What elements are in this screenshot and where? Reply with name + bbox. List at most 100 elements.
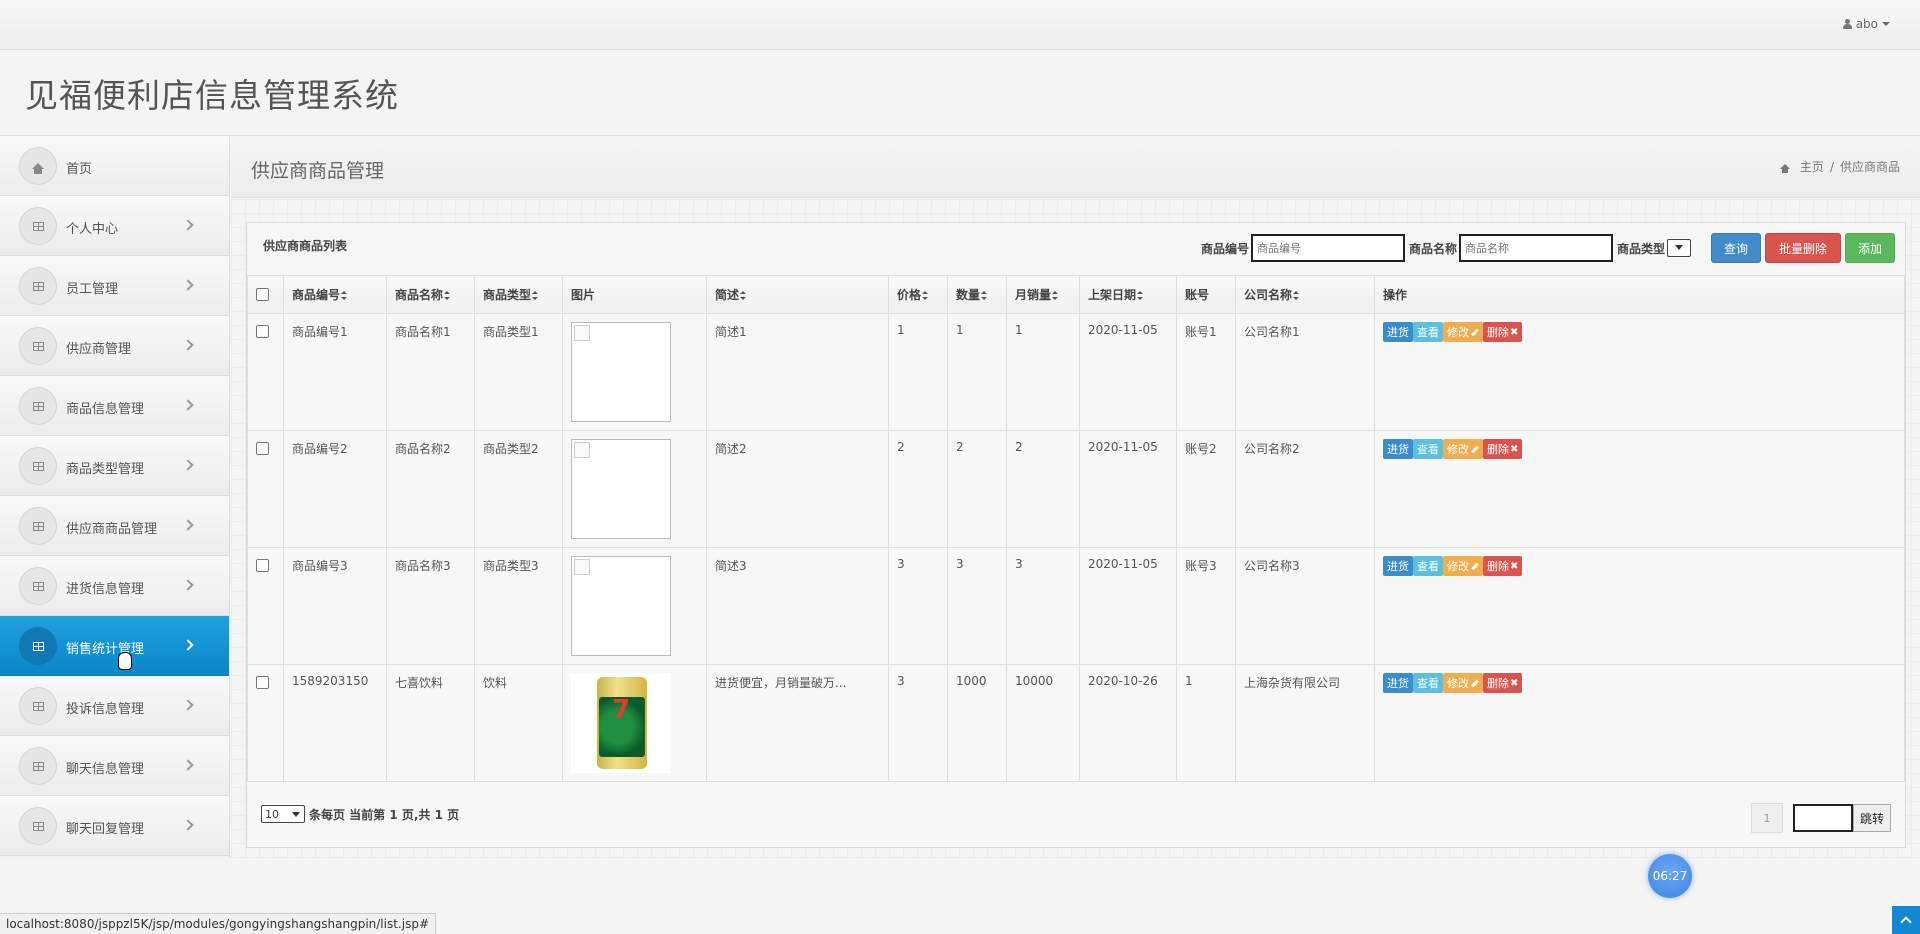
sidebar-item[interactable]: 供应商商品管理 <box>0 496 229 556</box>
cell-qty: 3 <box>947 547 1007 665</box>
column-header[interactable]: 商品类型 <box>474 275 563 314</box>
page-info-text: 条每页 当前第 1 页,共 1 页 <box>309 807 460 822</box>
clock-badge[interactable]: 06:27 <box>1648 854 1692 898</box>
column-header: 图片 <box>562 275 707 314</box>
edit-button[interactable]: 修改 <box>1443 556 1483 576</box>
batch-delete-button[interactable]: 批量删除 <box>1765 233 1841 263</box>
sort-icon[interactable] <box>740 291 747 300</box>
table-icon <box>32 821 44 831</box>
page-number[interactable]: 1 <box>1750 803 1783 833</box>
view-button[interactable]: 查看 <box>1413 673 1443 693</box>
sidebar-item[interactable]: 聊天回复管理 <box>0 796 229 856</box>
edit-button[interactable]: 修改 <box>1443 439 1483 459</box>
row-actions: 进货 查看 修改 删除 ✖ <box>1383 556 1896 576</box>
delete-button[interactable]: 删除 ✖ <box>1483 673 1523 693</box>
sort-icon[interactable] <box>341 291 348 300</box>
column-header-label: 简述 <box>715 288 740 302</box>
product-image: 7 <box>571 673 671 773</box>
pencil-icon <box>1471 562 1479 570</box>
column-header[interactable]: 数量 <box>947 275 1007 314</box>
stock-in-button[interactable]: 进货 <box>1383 439 1413 459</box>
sidebar-item[interactable]: 首页 <box>0 136 229 196</box>
sidebar-item-label: 投诉信息管理 <box>66 702 145 717</box>
sidebar-item[interactable]: 供应商管理 <box>0 316 229 376</box>
sort-icon[interactable] <box>922 291 929 300</box>
cell-actions: 进货 查看 修改 删除 ✖ <box>1374 313 1905 431</box>
stock-in-button[interactable]: 进货 <box>1383 322 1413 342</box>
nav-icon-circle <box>19 627 57 665</box>
view-button[interactable]: 查看 <box>1413 556 1443 576</box>
close-icon: ✖ <box>1510 677 1519 689</box>
select-all-checkbox[interactable] <box>256 288 269 301</box>
cell-account: 账号1 <box>1176 313 1236 431</box>
stock-in-button[interactable]: 进货 <box>1383 556 1413 576</box>
row-checkbox[interactable] <box>256 442 269 455</box>
column-header[interactable]: 价格 <box>888 275 948 314</box>
table-icon <box>32 341 44 351</box>
code-filter-input[interactable] <box>1250 234 1405 262</box>
sidebar-item[interactable]: 投诉信息管理 <box>0 676 229 736</box>
view-button[interactable]: 查看 <box>1413 322 1443 342</box>
column-header-label: 商品编号 <box>292 288 341 302</box>
chevron-right-icon <box>182 819 194 831</box>
column-header[interactable]: 月销量 <box>1006 275 1080 314</box>
sidebar-item[interactable]: 进货信息管理 <box>0 556 229 616</box>
column-header: 操作 <box>1374 275 1905 314</box>
type-filter-select[interactable] <box>1667 239 1691 257</box>
sidebar-item[interactable]: 商品信息管理 <box>0 376 229 436</box>
query-button[interactable]: 查询 <box>1711 233 1761 263</box>
delete-button[interactable]: 删除 ✖ <box>1483 439 1523 459</box>
sidebar-item[interactable]: 个人中心 <box>0 196 229 256</box>
table-row: 1589203150 七喜饮料 饮料 7 进货便宜，月销量破万... 3 1000 10000… <box>247 664 1905 782</box>
table-header-row: 商品编号 商品名称 商品类型 图片 简述 价格 数量 月销量 上架日期 账号 公司名称 操作 <box>247 275 1905 314</box>
sort-icon[interactable] <box>444 291 451 300</box>
column-header-label: 价格 <box>897 288 922 302</box>
sidebar-item[interactable]: 聊天信息管理 <box>0 736 229 796</box>
delete-button[interactable]: 删除 ✖ <box>1483 322 1523 342</box>
user-menu[interactable]: abo <box>1842 17 1890 31</box>
column-header: 账号 <box>1176 275 1236 314</box>
jump-page-input[interactable] <box>1792 804 1853 832</box>
sidebar-item[interactable]: 员工管理 <box>0 256 229 316</box>
column-header[interactable]: 商品编号 <box>283 275 387 314</box>
sidebar-item[interactable]: 销售统计管理 <box>0 616 229 676</box>
sort-icon[interactable] <box>1137 291 1144 300</box>
sort-icon[interactable] <box>1052 291 1059 300</box>
column-header[interactable]: 公司名称 <box>1235 275 1375 314</box>
sort-icon[interactable] <box>532 291 539 300</box>
chevron-right-icon <box>182 399 194 411</box>
page-size-select[interactable]: 10 <box>261 805 305 823</box>
edit-button-label: 修改 <box>1447 560 1469 573</box>
row-checkbox[interactable] <box>256 325 269 338</box>
delete-button[interactable]: 删除 ✖ <box>1483 556 1523 576</box>
sort-icon[interactable] <box>1293 291 1300 300</box>
jump-button[interactable]: 跳转 <box>1852 804 1891 832</box>
chevron-right-icon <box>182 699 194 711</box>
sidebar-item[interactable]: 商品类型管理 <box>0 436 229 496</box>
delete-button-label: 删除 <box>1487 443 1509 456</box>
table-icon <box>32 581 44 591</box>
cell-actions: 进货 查看 修改 删除 ✖ <box>1374 547 1905 665</box>
row-checkbox[interactable] <box>256 559 269 572</box>
edit-button[interactable]: 修改 <box>1443 673 1483 693</box>
column-header[interactable]: 上架日期 <box>1079 275 1177 314</box>
edit-button[interactable]: 修改 <box>1443 322 1483 342</box>
home-icon <box>32 163 44 174</box>
stock-in-button[interactable]: 进货 <box>1383 673 1413 693</box>
sort-icon[interactable] <box>981 291 988 300</box>
row-checkbox[interactable] <box>256 676 269 689</box>
cell-name: 商品名称2 <box>386 430 475 548</box>
scroll-top-button[interactable] <box>1892 906 1920 934</box>
cell-price: 1 <box>888 313 948 431</box>
code-filter-label: 商品编号 <box>1200 241 1249 256</box>
cell-type: 商品类型2 <box>474 430 563 548</box>
row-select-cell <box>247 664 284 782</box>
breadcrumb-home[interactable]: 主页 <box>1800 158 1824 175</box>
view-button[interactable]: 查看 <box>1413 439 1443 459</box>
column-header[interactable]: 商品名称 <box>386 275 475 314</box>
cell-type: 商品类型1 <box>474 313 563 431</box>
sidebar-item-label: 供应商商品管理 <box>66 522 158 537</box>
add-button[interactable]: 添加 <box>1845 233 1895 263</box>
name-filter-input[interactable] <box>1458 234 1613 262</box>
column-header[interactable]: 简述 <box>706 275 889 314</box>
